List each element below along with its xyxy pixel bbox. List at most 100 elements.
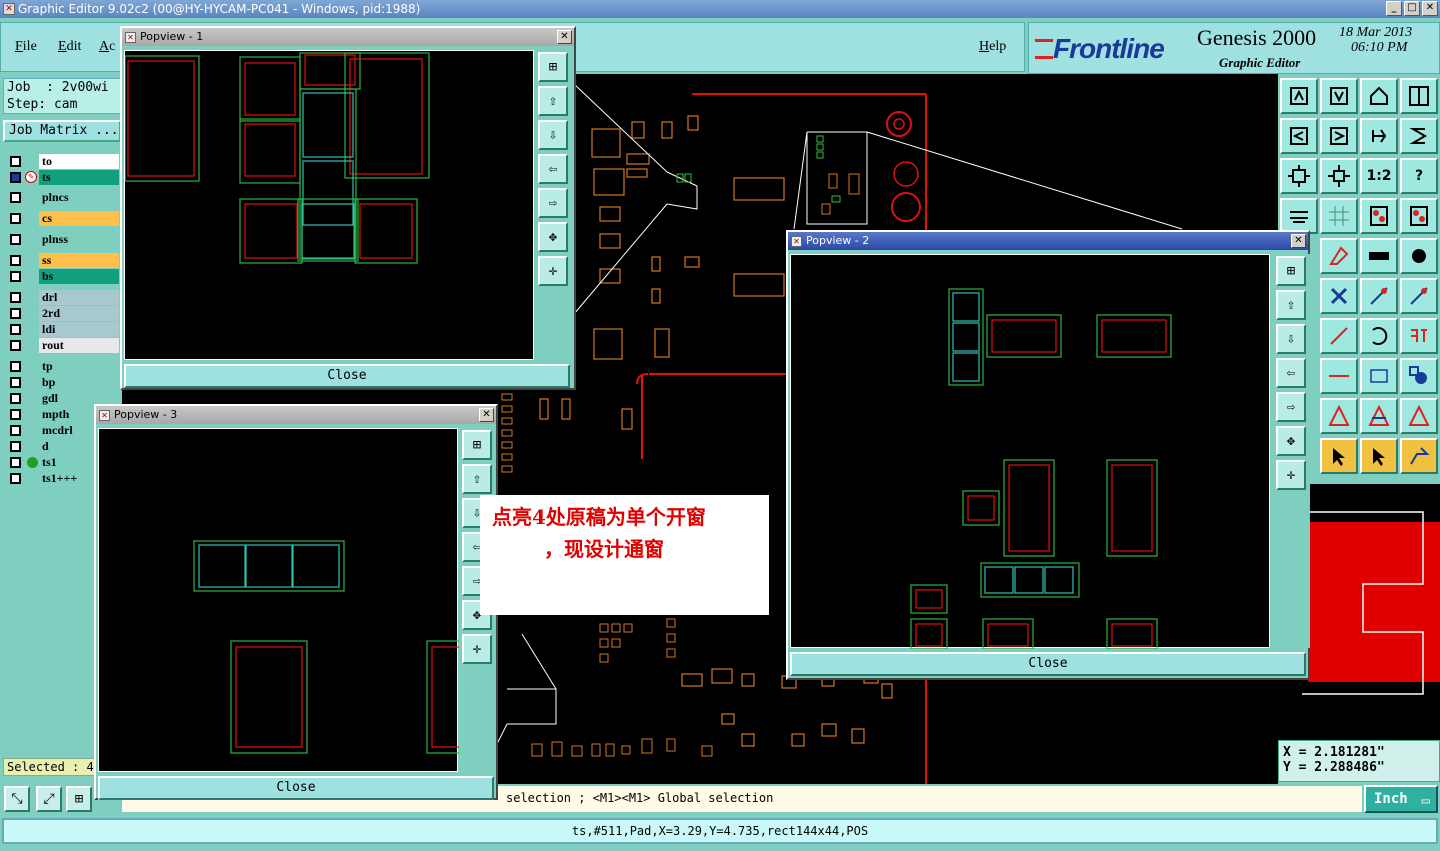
- arc-tool[interactable]: [1360, 318, 1398, 354]
- center-icon[interactable]: ✛: [1276, 460, 1306, 490]
- layer-checkbox[interactable]: [10, 308, 21, 319]
- layer-checkbox[interactable]: [10, 156, 21, 167]
- zoom-box-icon[interactable]: ⤡: [4, 786, 30, 812]
- home-tool[interactable]: [1360, 78, 1398, 114]
- popview-1[interactable]: ✕ Popview - 1 ✕ ⊞ ⇧ ⇩ ⇦ ⇨ ✥ ✛ Close: [120, 26, 576, 390]
- mirror-tool[interactable]: [1400, 118, 1438, 154]
- minimize-button[interactable]: _: [1386, 1, 1402, 16]
- layer-row-to[interactable]: to: [3, 154, 121, 169]
- layer-row-2rd[interactable]: 2rd: [3, 306, 121, 321]
- delete-tool[interactable]: [1320, 278, 1358, 314]
- layer-row-cs[interactable]: cs: [3, 211, 121, 226]
- triangle-tool[interactable]: [1320, 398, 1358, 434]
- layer-checkbox[interactable]: [10, 234, 21, 245]
- layer-checkbox[interactable]: [10, 457, 21, 468]
- pad-tool[interactable]: [1400, 238, 1438, 274]
- layer-checkbox[interactable]: [10, 377, 21, 388]
- scale-1-2-tool[interactable]: 1:2: [1360, 158, 1398, 194]
- triangle-edit-tool[interactable]: [1400, 398, 1438, 434]
- layer-row-ldi[interactable]: ldi: [3, 322, 121, 337]
- pan-right-tool[interactable]: [1320, 118, 1358, 154]
- layer-row-bs[interactable]: bs: [3, 269, 121, 284]
- zoom-in-icon[interactable]: ⊞: [462, 430, 492, 460]
- job-matrix-button[interactable]: Job Matrix ...: [3, 120, 121, 142]
- zoom-fit-icon[interactable]: ✥: [538, 222, 568, 252]
- pan-up-icon[interactable]: ⇧: [1276, 290, 1306, 320]
- popview-2-close-button[interactable]: Close: [790, 652, 1306, 676]
- zoom-in-icon[interactable]: ⊞: [538, 52, 568, 82]
- pan-left-icon[interactable]: ⇦: [538, 154, 568, 184]
- popview-2[interactable]: ✕ Popview - 2 ✕ ⊞ ⇧ ⇩ ⇦ ⇨ ✥ ✛ Close: [786, 230, 1310, 680]
- snap-tool[interactable]: [1360, 198, 1398, 234]
- layer-row-ss[interactable]: ss: [3, 253, 121, 268]
- grid-tool[interactable]: [1320, 198, 1358, 234]
- pan-up-icon[interactable]: ⇧: [462, 464, 492, 494]
- redraw-tool[interactable]: [1360, 118, 1398, 154]
- shape-tool[interactable]: [1320, 238, 1358, 274]
- pan-down-icon[interactable]: ⇩: [538, 120, 568, 150]
- layer-checkbox[interactable]: [10, 213, 21, 224]
- help-tool[interactable]: ?: [1400, 158, 1438, 194]
- triangle-fill-tool[interactable]: [1360, 398, 1398, 434]
- menu-edit[interactable]: Edit: [58, 39, 81, 55]
- popview-1-title-bar[interactable]: ✕ Popview - 1 ✕: [122, 28, 574, 46]
- layer-checkbox[interactable]: [10, 271, 21, 282]
- select-net-tool[interactable]: [1400, 438, 1438, 474]
- page-down-tool[interactable]: [1320, 78, 1358, 114]
- popview-1-canvas[interactable]: [124, 50, 534, 360]
- pan-left-tool[interactable]: [1280, 118, 1318, 154]
- popview-2-title-bar[interactable]: ✕ Popview - 2 ✕: [788, 232, 1308, 250]
- menu-actions[interactable]: Ac: [99, 39, 115, 55]
- zoom-in-icon[interactable]: ⊞: [1276, 256, 1306, 286]
- layer-checkbox[interactable]: [10, 172, 21, 183]
- cut-line-tool[interactable]: [1320, 358, 1358, 394]
- layer-checkbox[interactable]: [10, 361, 21, 372]
- dimension-tool[interactable]: [1360, 358, 1398, 394]
- text-tool[interactable]: [1400, 318, 1438, 354]
- layer-checkbox[interactable]: [10, 324, 21, 335]
- layer-checkbox[interactable]: [10, 393, 21, 404]
- select-tool[interactable]: [1320, 438, 1358, 474]
- layer-checkbox[interactable]: [10, 255, 21, 266]
- layer-checkbox[interactable]: [10, 425, 21, 436]
- popview-2-close-x[interactable]: ✕: [1291, 234, 1306, 248]
- popview-3-canvas[interactable]: [98, 428, 468, 772]
- popview-3[interactable]: ✕ Popview - 3 ✕ ⊞ ⇧ ⇩ ⇦ ⇨ ✥ ✛ Close: [94, 404, 498, 800]
- split-view-tool[interactable]: [1400, 78, 1438, 114]
- layer-checkbox[interactable]: [10, 292, 21, 303]
- center-icon[interactable]: ✛: [538, 256, 568, 286]
- popview-1-close-button[interactable]: Close: [124, 364, 570, 388]
- zoom-fit-icon[interactable]: ✥: [1276, 426, 1306, 456]
- line-tool[interactable]: [1320, 318, 1358, 354]
- center-tool[interactable]: [1320, 158, 1358, 194]
- layer-checkbox[interactable]: [10, 340, 21, 351]
- units-selector[interactable]: Inch ▭: [1364, 785, 1438, 813]
- popview-2-canvas[interactable]: [790, 254, 1270, 650]
- move-tool[interactable]: [1360, 278, 1398, 314]
- layer-row-rout[interactable]: rout: [3, 338, 121, 353]
- grid-toggle-icon[interactable]: ⊞: [66, 786, 92, 812]
- layer-row-plnss[interactable]: plnss: [3, 232, 121, 247]
- layer-checkbox[interactable]: [10, 409, 21, 420]
- layer-row-plncs[interactable]: plncs: [3, 190, 121, 205]
- ruler-tool[interactable]: [1360, 238, 1398, 274]
- select-area-tool[interactable]: [1360, 438, 1398, 474]
- pan-right-icon[interactable]: ⇨: [538, 188, 568, 218]
- page-up-tool[interactable]: [1280, 78, 1318, 114]
- pan-down-icon[interactable]: ⇩: [1276, 324, 1306, 354]
- popview-3-close-x[interactable]: ✕: [479, 408, 494, 422]
- zoom-fit-tool[interactable]: [1280, 158, 1318, 194]
- pan-right-icon[interactable]: ⇨: [1276, 392, 1306, 422]
- popview-1-close-x[interactable]: ✕: [557, 30, 572, 44]
- popview-3-close-button[interactable]: Close: [98, 776, 494, 800]
- pan-left-icon[interactable]: ⇦: [1276, 358, 1306, 388]
- zoom-diagonal-icon[interactable]: ⤢: [36, 786, 62, 812]
- layer-row-tp[interactable]: tp: [3, 359, 121, 374]
- popview-3-title-bar[interactable]: ✕ Popview - 3 ✕: [96, 406, 496, 424]
- menu-help[interactable]: Help: [979, 39, 1006, 55]
- close-window-button[interactable]: ✕: [1422, 1, 1438, 16]
- layer-row-ts[interactable]: ✎ ts: [3, 170, 121, 185]
- layer-checkbox[interactable]: [10, 473, 21, 484]
- layer-checkbox[interactable]: [10, 441, 21, 452]
- center-icon[interactable]: ✛: [462, 634, 492, 664]
